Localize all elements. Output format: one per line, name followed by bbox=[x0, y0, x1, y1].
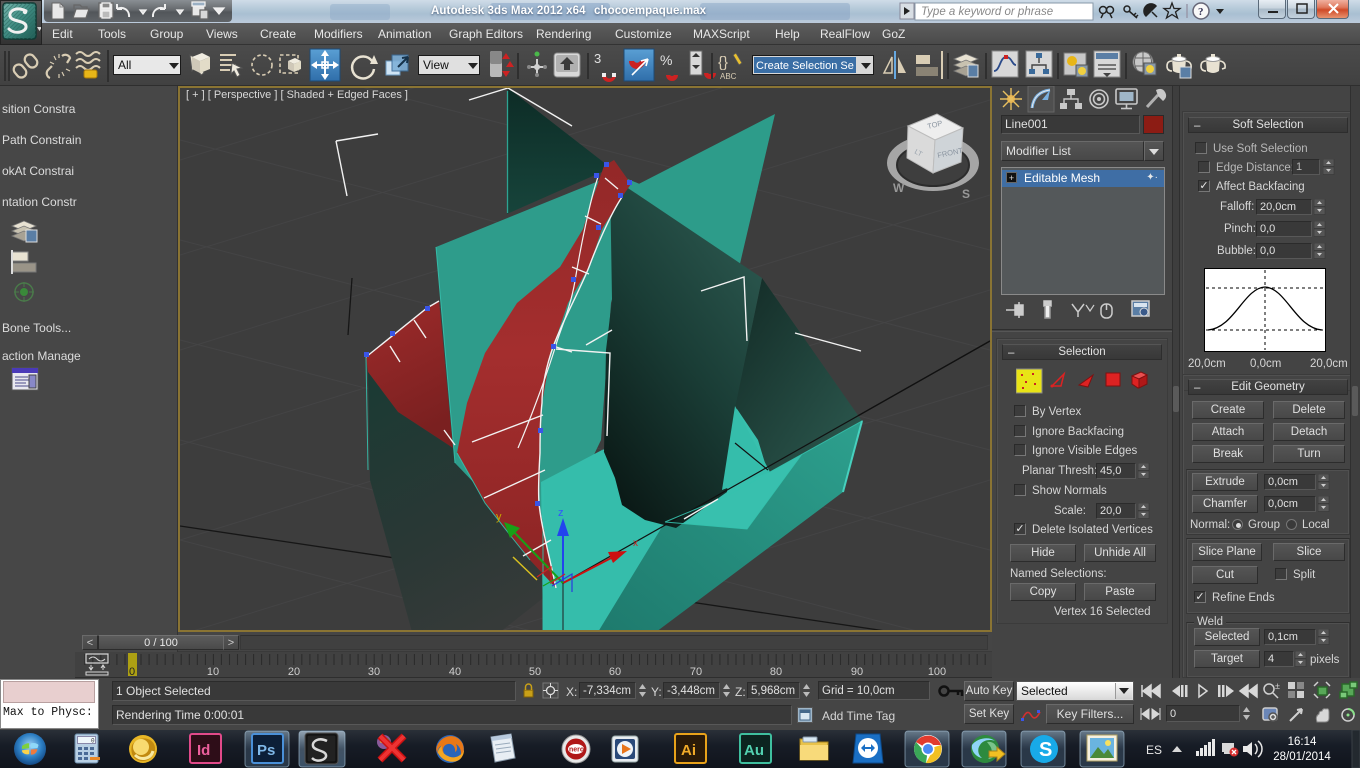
svg-text:S: S bbox=[1039, 739, 1052, 761]
svg-text:Au: Au bbox=[744, 742, 764, 759]
svg-text:View: View bbox=[423, 58, 449, 72]
svg-text:ES: ES bbox=[1146, 743, 1162, 757]
svg-text:40: 40 bbox=[449, 666, 461, 678]
svg-text:%: % bbox=[660, 52, 672, 68]
svg-text:0: 0 bbox=[129, 666, 135, 678]
svg-text:10: 10 bbox=[207, 666, 219, 678]
svg-text:70: 70 bbox=[690, 666, 702, 678]
svg-text:{}: {} bbox=[718, 54, 728, 71]
svg-text:y: y bbox=[496, 511, 502, 523]
svg-text:90: 90 bbox=[851, 666, 863, 678]
svg-text:±: ± bbox=[1275, 681, 1280, 691]
svg-text:28/01/2014: 28/01/2014 bbox=[1273, 751, 1331, 763]
svg-text:Ps: Ps bbox=[257, 742, 275, 759]
svg-text:x: x bbox=[633, 538, 638, 549]
svg-text:ABC: ABC bbox=[720, 72, 737, 81]
svg-text:20: 20 bbox=[288, 666, 300, 678]
svg-text:z: z bbox=[558, 507, 564, 519]
svg-text:?: ? bbox=[1198, 6, 1204, 18]
svg-text:100: 100 bbox=[928, 666, 946, 678]
svg-text:All: All bbox=[118, 58, 131, 72]
svg-text:Type a keyword or phrase: Type a keyword or phrase bbox=[921, 6, 1053, 18]
svg-text:nero: nero bbox=[569, 747, 584, 754]
svg-text:W: W bbox=[893, 181, 905, 195]
svg-text:30: 30 bbox=[368, 666, 380, 678]
svg-text:50: 50 bbox=[529, 666, 541, 678]
svg-text:S: S bbox=[962, 187, 970, 201]
svg-text:16:14: 16:14 bbox=[1288, 736, 1317, 748]
svg-text:Ai: Ai bbox=[681, 742, 696, 759]
svg-text:80: 80 bbox=[770, 666, 782, 678]
svg-text:Id: Id bbox=[197, 742, 210, 759]
svg-text:3: 3 bbox=[594, 51, 601, 66]
svg-text:60: 60 bbox=[609, 666, 621, 678]
svg-text:0: 0 bbox=[91, 738, 95, 745]
svg-text:Create Selection Se: Create Selection Se bbox=[756, 60, 854, 72]
